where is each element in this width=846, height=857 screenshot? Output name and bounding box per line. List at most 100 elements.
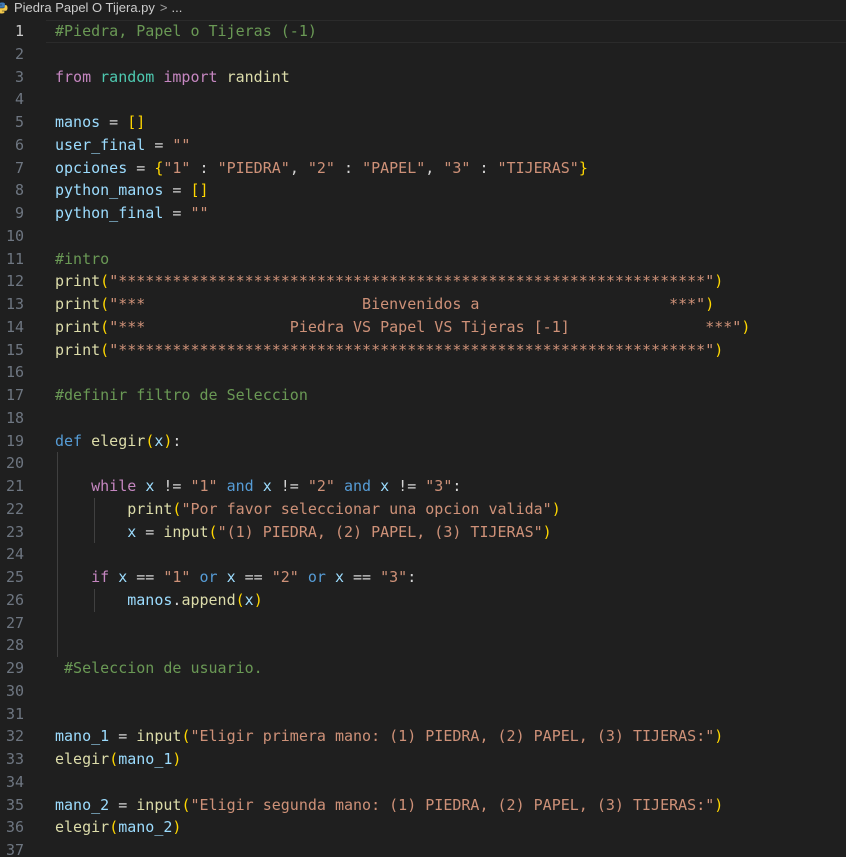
code-token: x bbox=[262, 477, 272, 495]
line-text[interactable]: #Seleccion de usuario. bbox=[55, 657, 263, 680]
code-token: print bbox=[55, 295, 101, 313]
line-text[interactable]: mano_1 = input("Eligir primera mano: (1)… bbox=[55, 725, 723, 748]
indent-guide bbox=[57, 452, 58, 657]
code-line[interactable]: 5 manos = [] bbox=[0, 111, 846, 134]
code-token: print bbox=[55, 272, 101, 291]
line-text[interactable]: python_manos = [] bbox=[55, 179, 209, 202]
code-line[interactable]: 11 #intro bbox=[0, 248, 846, 271]
code-line[interactable]: 35 mano_2 = input("Eligir segunda mano: (… bbox=[0, 794, 846, 817]
code-line[interactable]: 19 def elegir(x): bbox=[0, 430, 846, 453]
line-text[interactable]: print("*********************************… bbox=[55, 339, 723, 362]
code-token: : bbox=[190, 158, 218, 177]
breadcrumb-more[interactable]: ... bbox=[172, 0, 183, 15]
code-token: == bbox=[127, 568, 164, 586]
line-text[interactable]: manos = [] bbox=[55, 111, 145, 134]
code-line[interactable]: 23 x = input("(1) PIEDRA, (2) PAPEL, (3)… bbox=[0, 521, 846, 544]
code-line[interactable]: 36 elegir(mano_2) bbox=[0, 816, 846, 839]
code-token: #definir filtro de Seleccion bbox=[55, 386, 308, 404]
code-line[interactable]: 13 print("*** Bienvenidos a ***") bbox=[0, 293, 846, 316]
code-token: != bbox=[271, 477, 308, 495]
line-text[interactable]: #Piedra, Papel o Tijeras (-1) bbox=[55, 20, 317, 43]
code-line[interactable]: 12 print("*******************************… bbox=[0, 270, 846, 293]
code-line[interactable]: 9 python_final = "" bbox=[0, 202, 846, 225]
code-token: or bbox=[199, 568, 218, 586]
code-token: x bbox=[127, 522, 137, 541]
line-text[interactable]: opciones = {"1" : "PIEDRA", "2" : "PAPEL… bbox=[55, 157, 588, 180]
code-area[interactable]: 1 #Piedra, Papel o Tijeras (-1) 2 3 from ran… bbox=[0, 20, 846, 857]
line-text[interactable]: while x != "1" and x != "2" and x != "3"… bbox=[55, 475, 461, 498]
line-text[interactable]: print("*********************************… bbox=[55, 270, 723, 293]
code-line[interactable]: 33 elegir(mano_1) bbox=[0, 748, 846, 771]
line-text[interactable]: mano_2 = input("Eligir segunda mano: (1)… bbox=[55, 794, 723, 817]
code-line[interactable]: 24 bbox=[0, 543, 846, 566]
line-number: 6 bbox=[14, 135, 24, 154]
code-line[interactable]: 26 manos.append(x) bbox=[0, 589, 846, 612]
code-token: #Piedra, Papel o Tijeras (-1) bbox=[55, 22, 317, 40]
line-text[interactable]: def elegir(x): bbox=[55, 430, 181, 453]
code-editor[interactable]: Piedra Papel O Tijera.py > ... 1 #Piedra,… bbox=[0, 0, 846, 857]
code-line[interactable]: 7 opciones = {"1" : "PIEDRA", "2" : "PAPE… bbox=[0, 157, 846, 180]
code-line[interactable]: 3 from random import randint bbox=[0, 66, 846, 89]
code-line[interactable]: 34 bbox=[0, 771, 846, 794]
code-line[interactable]: 29 #Seleccion de usuario. bbox=[0, 657, 846, 680]
line-text[interactable]: if x == "1" or x == "2" or x == "3": bbox=[55, 566, 416, 589]
code-line[interactable]: 28 bbox=[0, 634, 846, 657]
code-line[interactable]: 37 bbox=[0, 839, 846, 857]
code-line[interactable]: 32 mano_1 = input("Eligir primera mano: (… bbox=[0, 725, 846, 748]
line-text[interactable]: from random import randint bbox=[55, 66, 290, 89]
code-token: "Eligir segunda mano: (1) PIEDRA, (2) PA… bbox=[190, 795, 715, 814]
code-token: print bbox=[55, 340, 101, 359]
code-token: = bbox=[100, 113, 128, 131]
line-number: 34 bbox=[5, 772, 24, 791]
code-line[interactable]: 17 #definir filtro de Seleccion bbox=[0, 384, 846, 407]
code-token: != bbox=[154, 477, 191, 495]
code-token: randint bbox=[226, 67, 290, 86]
code-line[interactable]: 18 bbox=[0, 407, 846, 430]
line-text[interactable]: #intro bbox=[55, 248, 109, 271]
code-line[interactable]: 6 user_final = "" bbox=[0, 134, 846, 157]
code-line[interactable]: 14 print("*** Piedra VS Papel VS Tijeras … bbox=[0, 316, 846, 339]
code-token: random bbox=[100, 67, 155, 86]
code-token: ( bbox=[109, 750, 119, 768]
line-number: 28 bbox=[5, 636, 24, 655]
code-line[interactable]: 15 print("*******************************… bbox=[0, 339, 846, 362]
line-text[interactable]: print("*** Bienvenidos a ***") bbox=[55, 293, 714, 316]
line-text[interactable]: user_final = "" bbox=[55, 134, 190, 157]
code-token: "Eligir primera mano: (1) PIEDRA, (2) PA… bbox=[190, 727, 715, 746]
line-text[interactable]: x = input("(1) PIEDRA, (2) PAPEL, (3) TI… bbox=[55, 521, 551, 544]
breadcrumb-file-name[interactable]: Piedra Papel O Tijera.py bbox=[14, 0, 155, 15]
code-line[interactable]: 1 #Piedra, Papel o Tijeras (-1) bbox=[0, 20, 846, 43]
line-number: 7 bbox=[14, 158, 24, 177]
code-line[interactable]: 30 bbox=[0, 680, 846, 703]
line-text[interactable]: manos.append(x) bbox=[55, 589, 262, 612]
line-text[interactable]: print("Por favor seleccionar una opcion … bbox=[55, 498, 560, 521]
code-token: x bbox=[244, 590, 254, 609]
code-line[interactable]: 10 bbox=[0, 225, 846, 248]
code-line[interactable]: 16 bbox=[0, 361, 846, 384]
code-line[interactable]: 27 bbox=[0, 612, 846, 635]
code-line[interactable]: 31 bbox=[0, 703, 846, 726]
line-text[interactable]: elegir(mano_1) bbox=[55, 748, 181, 771]
line-text[interactable]: elegir(mano_2) bbox=[55, 816, 181, 839]
code-token: ) bbox=[172, 750, 182, 768]
line-number: 24 bbox=[5, 545, 24, 564]
code-token: "3" bbox=[380, 568, 408, 586]
code-line[interactable]: 8 python_manos = [] bbox=[0, 179, 846, 202]
code-line[interactable]: 25 if x == "1" or x == "2" or x == "3": bbox=[0, 566, 846, 589]
code-line[interactable]: 2 bbox=[0, 43, 846, 66]
code-line[interactable]: 21 while x != "1" and x != "2" and x != … bbox=[0, 475, 846, 498]
code-line[interactable]: 4 bbox=[0, 88, 846, 111]
line-text[interactable]: #definir filtro de Seleccion bbox=[55, 384, 308, 407]
code-line[interactable]: 20 bbox=[0, 452, 846, 475]
line-text[interactable]: python_final = "" bbox=[55, 202, 209, 225]
code-line[interactable]: 22 print("Por favor seleccionar una opci… bbox=[0, 498, 846, 521]
line-text[interactable]: print("*** Piedra VS Papel VS Tijeras [-… bbox=[55, 316, 750, 339]
code-token: "*** Piedra VS Papel VS Tijeras [-1] ***… bbox=[109, 317, 742, 336]
